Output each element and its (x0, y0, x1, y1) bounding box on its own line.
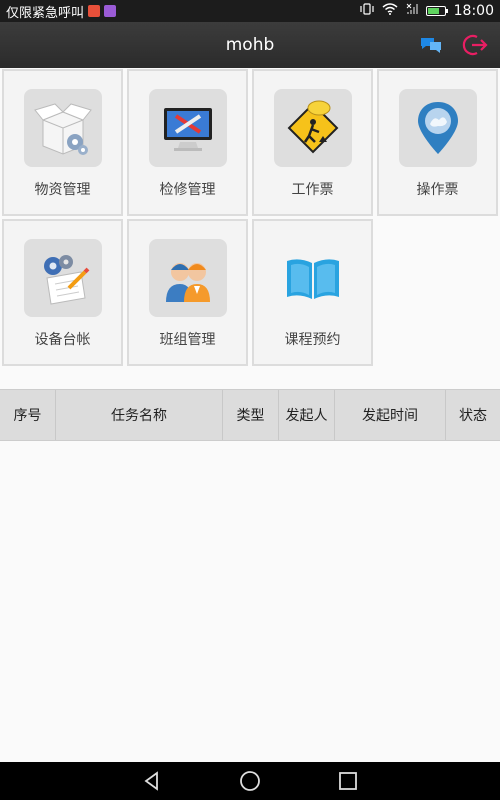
tile-maintenance[interactable]: 检修管理 (127, 69, 248, 216)
navigation-bar (0, 762, 500, 800)
carrier-text: 仅限紧急呼叫 (6, 5, 85, 21)
back-button[interactable] (139, 768, 165, 794)
construction-sign-icon (273, 89, 352, 167)
tile-equipment-ledger[interactable]: 设备台帐 (2, 219, 123, 366)
chat-button[interactable] (416, 30, 446, 60)
header-actions (416, 30, 490, 60)
tile-team-management[interactable]: 班组管理 (127, 219, 248, 366)
status-right: 18:00 (360, 3, 494, 19)
map-pin-icon (398, 89, 477, 167)
battery-fill (427, 8, 439, 14)
column-header-type[interactable]: 类型 (223, 390, 279, 440)
open-book-icon (274, 239, 352, 317)
recents-square-icon (339, 772, 357, 790)
tile-label: 班组管理 (159, 332, 216, 348)
notification-app-icon (88, 5, 101, 17)
status-bar: 仅限紧急呼叫 18:00 (0, 0, 500, 22)
tile-label: 工作票 (291, 182, 334, 198)
task-table-body (0, 441, 500, 762)
task-table-header: 序号 任务名称 类型 发起人 发起时间 状态 (0, 389, 500, 441)
tile-materials[interactable]: 物资管理 (2, 69, 123, 216)
status-left: 仅限紧急呼叫 (6, 2, 360, 21)
recents-button[interactable] (335, 768, 361, 794)
gears-document-icon (23, 239, 102, 317)
tile-work-ticket[interactable]: 工作票 (252, 69, 373, 216)
column-header-initiator[interactable]: 发起人 (279, 390, 335, 440)
tile-label: 操作票 (416, 182, 459, 198)
home-button[interactable] (237, 768, 263, 794)
column-header-task-name[interactable]: 任务名称 (56, 390, 223, 440)
status-time: 18:00 (453, 3, 494, 19)
battery-icon (425, 6, 448, 16)
monitor-tools-icon (148, 89, 227, 167)
tile-label: 物资管理 (34, 182, 91, 198)
open-box-gears-icon (23, 89, 102, 167)
notification-app-icon-2 (104, 5, 117, 17)
workers-team-icon (148, 239, 227, 317)
signal-icon (406, 3, 418, 19)
column-header-index[interactable]: 序号 (0, 390, 56, 440)
column-header-status[interactable]: 状态 (446, 390, 500, 440)
tile-course-booking[interactable]: 课程预约 (252, 219, 373, 366)
wifi-icon (382, 3, 398, 19)
page-title: mohb (225, 35, 275, 55)
logout-button[interactable] (460, 30, 490, 60)
column-header-start-time[interactable]: 发起时间 (335, 390, 446, 440)
back-triangle-icon (144, 771, 158, 791)
app-header: mohb (0, 22, 500, 68)
logout-icon (462, 34, 488, 56)
tile-label: 检修管理 (159, 182, 216, 198)
tile-label: 设备台帐 (34, 332, 91, 348)
tile-operation-ticket[interactable]: 操作票 (377, 69, 498, 216)
home-circle-icon (240, 771, 260, 791)
vibrate-icon (360, 3, 374, 19)
chat-icon (421, 38, 441, 53)
tile-label: 课程预约 (284, 332, 341, 348)
